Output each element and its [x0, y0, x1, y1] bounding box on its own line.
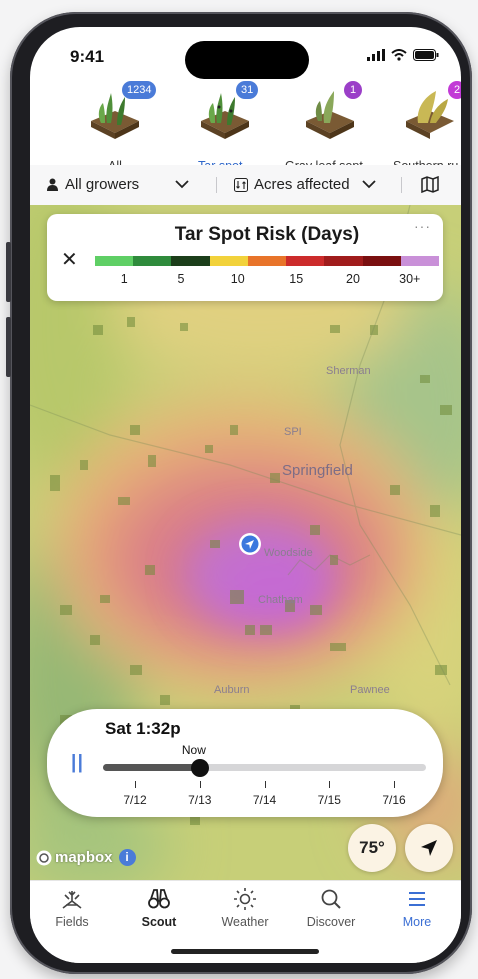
legend-tick-labels: 1 5 10 15 20 30+ [95, 272, 439, 286]
volume-up-button [6, 242, 11, 302]
timeline-date-label[interactable]: 7/12 [123, 793, 146, 807]
timeline-date-label[interactable]: 7/15 [318, 793, 341, 807]
growers-label: All growers [65, 176, 140, 193]
timeline-date-label[interactable]: 7/14 [253, 793, 276, 807]
legend-swatch [324, 256, 363, 266]
count-badge: 2 [448, 81, 461, 99]
timeline-tick [199, 781, 201, 788]
timeline-tick [329, 781, 331, 788]
timeline-date-label[interactable]: 7/13 [188, 793, 211, 807]
acres-label: Acres affected [254, 176, 350, 193]
info-icon[interactable]: i [118, 849, 136, 866]
nav-label: Discover [306, 915, 356, 929]
timeline-slider[interactable] [103, 759, 426, 777]
legend-tick-label: 15 [289, 272, 304, 286]
nav-label: More [402, 915, 432, 929]
mapbox-icon [36, 850, 52, 865]
legend-tick-label: 1 [120, 272, 128, 286]
nav-fields[interactable]: Fields [30, 887, 115, 929]
legend-tick-label: 30+ [399, 272, 421, 286]
timeline-tick [394, 781, 395, 788]
legend-swatch [400, 256, 439, 266]
recenter-button[interactable] [405, 824, 453, 872]
fields-icon [62, 891, 82, 909]
timeline-tick [135, 781, 136, 788]
more-options-icon[interactable]: ··· [414, 218, 431, 234]
nav-label: Scout [141, 915, 177, 929]
now-label: Now [181, 743, 206, 757]
map-label-pawnee: Pawnee [350, 684, 390, 696]
map-label-sherman: Sherman [326, 365, 371, 377]
map-label-chatham: Chatham [258, 594, 303, 606]
count-badge: 1234 [122, 81, 157, 99]
divider [401, 177, 402, 193]
nav-scout[interactable]: Scout [116, 887, 202, 929]
legend-swatch [133, 256, 172, 266]
map-label-spi: SPI [284, 426, 302, 438]
battery-icon [413, 49, 439, 61]
current-time-label: Sat 1:32p [105, 719, 181, 738]
acres-dropdown[interactable]: Acres affected [234, 176, 376, 193]
sun-icon [234, 888, 256, 910]
home-indicator [171, 949, 319, 954]
map-layers-icon[interactable] [421, 176, 439, 193]
navigation-arrow-icon [421, 840, 437, 856]
signal-icon [367, 49, 385, 61]
divider [216, 177, 217, 193]
pause-icon[interactable]: | | [71, 752, 83, 774]
growers-dropdown[interactable]: All growers [46, 176, 189, 193]
nav-label: Weather [221, 915, 269, 929]
nav-weather[interactable]: Weather [202, 887, 288, 929]
chevron-down-icon [361, 180, 376, 189]
legend-swatch [171, 256, 210, 266]
filter-bar: All growers Acres affected [30, 165, 461, 206]
timeline-player: Sat 1:32p | | Now 7/12 7/13 7/14 7/15 7/16 [47, 709, 443, 817]
map-label-auburn: Auburn [214, 684, 250, 696]
mapbox-logo: mapbox [36, 849, 113, 866]
timeline-tick [264, 781, 266, 788]
close-icon[interactable]: ✕ [61, 247, 78, 272]
status-time: 9:41 [70, 47, 105, 66]
menu-icon [409, 892, 425, 906]
sort-icon [234, 177, 248, 192]
legend-swatch [209, 256, 248, 266]
binoculars-icon [148, 889, 170, 909]
dynamic-island [185, 41, 309, 79]
legend-tick-label: 5 [177, 272, 185, 286]
legend-swatch [95, 256, 134, 266]
legend-tick-label: 10 [230, 272, 245, 286]
status-icons [367, 49, 439, 61]
app-screen: 9:41 1234 31 1 2 All growers Acres affec… [30, 27, 461, 963]
volume-down-button [6, 317, 11, 377]
timeline-progress [103, 764, 200, 771]
nav-label: Fields [55, 915, 89, 929]
temperature-button[interactable]: 75° [348, 824, 396, 872]
search-icon [321, 889, 341, 909]
mapbox-label: mapbox [55, 849, 113, 866]
count-badge: 31 [236, 81, 259, 99]
nav-more[interactable]: More [374, 887, 460, 929]
mapbox-attribution: mapbox i [36, 849, 136, 866]
legend-swatch [286, 256, 325, 266]
map-label-springfield: Springfield [282, 462, 353, 479]
person-icon [47, 178, 58, 191]
wifi-icon [391, 49, 407, 61]
nav-discover[interactable]: Discover [288, 887, 374, 929]
legend-tick-label: 20 [346, 272, 360, 286]
timeline-knob[interactable] [190, 759, 209, 777]
legend-swatch [247, 256, 287, 266]
timeline-date-label[interactable]: 7/16 [382, 793, 405, 807]
count-badge: 1 [344, 81, 362, 99]
legend-title: Tar Spot Risk (Days) [174, 224, 360, 245]
legend-color-scale [95, 256, 439, 266]
legend-swatch [362, 256, 401, 266]
chevron-down-icon [175, 180, 189, 189]
user-location-icon[interactable] [238, 532, 262, 556]
risk-legend-card: ✕ Tar Spot Risk (Days) ··· 1 5 10 15 20 30+ [47, 214, 443, 301]
map-label-woodside: Woodside [264, 547, 313, 559]
